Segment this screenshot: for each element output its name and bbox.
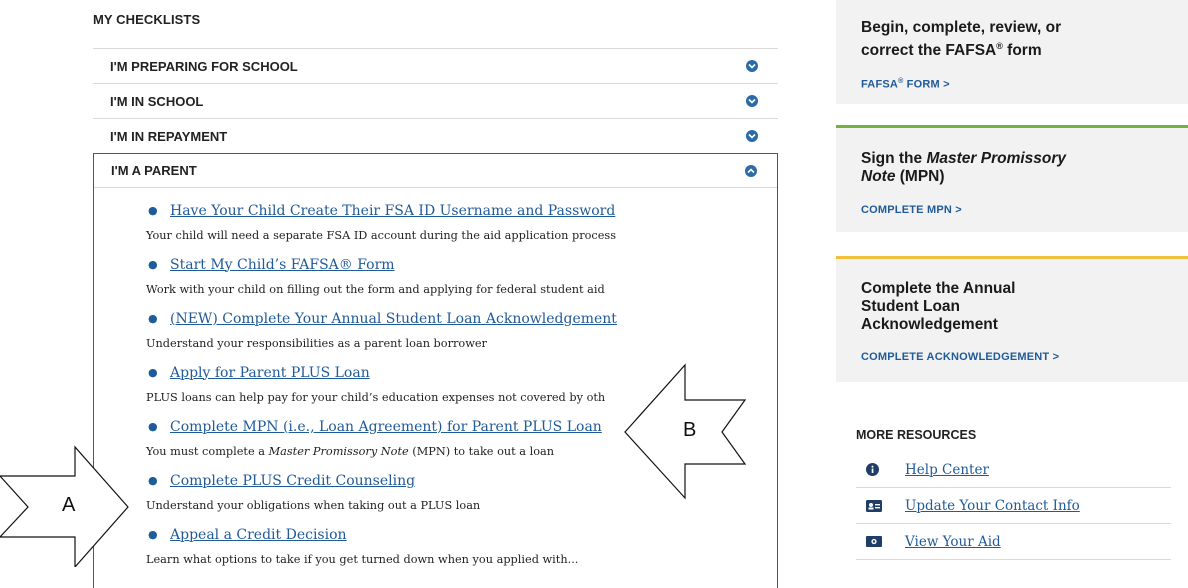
bullet-icon: ● <box>148 204 158 217</box>
checklists-accordion: I'M PREPARING FOR SCHOOL I'M IN SCHOOL I… <box>93 48 778 588</box>
more-resources-heading: MORE RESOURCES <box>856 428 977 442</box>
my-checklists-heading: MY CHECKLISTS <box>93 12 201 27</box>
accordion-label: I'M IN SCHOOL <box>110 93 204 109</box>
more-resources: MORE RESOURCES Help Center Update Your C… <box>856 428 1171 560</box>
bullet-icon: ● <box>148 258 158 271</box>
bullet-icon: ● <box>148 474 158 487</box>
accordion-in-repayment[interactable]: I'M IN REPAYMENT <box>93 118 778 153</box>
parent-checklist-items: ● Have Your Child Create Their FSA ID Use… <box>94 188 777 588</box>
plus-credit-counseling-link[interactable]: Complete PLUS Credit Counseling <box>170 473 415 489</box>
resource-help-center[interactable]: Help Center <box>856 452 1171 488</box>
chevron-down-icon[interactable] <box>746 60 758 72</box>
resource-link[interactable]: Update Your Contact Info <box>905 498 1080 514</box>
resource-link[interactable]: View Your Aid <box>905 534 1001 550</box>
resource-view-aid[interactable]: View Your Aid <box>856 524 1171 560</box>
accordion-label: I'M PREPARING FOR SCHOOL <box>110 58 298 74</box>
card-title: Sign the Master Promissory Note (MPN) <box>861 150 1067 185</box>
item-description: Learn what options to take if you get tu… <box>146 553 579 566</box>
parent-checklist-panel: I'M A PARENT ● Have Your Child Create The… <box>93 153 778 588</box>
list-item: ● Have Your Child Create Their FSA ID Use… <box>146 197 777 251</box>
list-item: ● Complete PLUS Credit Counseling Underst… <box>146 467 777 521</box>
mpn-card: Sign the Master Promissory Note (MPN) CO… <box>836 125 1188 232</box>
accordion-parent[interactable]: I'M A PARENT <box>94 154 777 188</box>
info-icon <box>866 463 884 476</box>
resource-contact-info[interactable]: Update Your Contact Info <box>856 488 1171 524</box>
id-card-icon <box>866 499 884 512</box>
item-description: Your child will need a separate FSA ID a… <box>146 229 617 242</box>
item-description: Work with your child on filling out the … <box>146 283 605 296</box>
item-description: You must complete a Master Promissory No… <box>146 445 555 458</box>
accordion-label: I'M A PARENT <box>111 163 197 178</box>
chevron-down-icon[interactable] <box>746 95 758 107</box>
item-description: Understand your responsibilities as a pa… <box>146 337 487 350</box>
annotation-label-a: A <box>62 494 76 516</box>
bullet-icon: ● <box>148 528 158 541</box>
accordion-label: I'M IN REPAYMENT <box>110 128 228 144</box>
chevron-up-icon[interactable] <box>745 164 757 177</box>
fafsa-card: Begin, complete, review, or correct the … <box>836 0 1188 104</box>
create-fsa-id-link[interactable]: Have Your Child Create Their FSA ID User… <box>170 203 615 219</box>
item-description: PLUS loans can help pay for your child’s… <box>146 391 606 404</box>
bullet-icon: ● <box>148 420 158 433</box>
complete-mpn-plus-link[interactable]: Complete MPN (i.e., Loan Agreement) for … <box>170 419 602 435</box>
resource-link[interactable]: Help Center <box>905 462 989 478</box>
complete-acknowledgement-link[interactable]: COMPLETE ACKNOWLEDGEMENT > <box>861 351 1163 363</box>
annotation-label-b: B <box>683 419 697 441</box>
card-title: Complete the Annual Student Loan Acknowl… <box>861 280 1016 333</box>
list-item: ● Start My Child’s FAFSA® Form Work with … <box>146 251 777 305</box>
apply-parent-plus-link[interactable]: Apply for Parent PLUS Loan <box>170 365 370 381</box>
money-icon <box>866 536 884 547</box>
acknowledgement-card: Complete the Annual Student Loan Acknowl… <box>836 256 1188 382</box>
list-item: ● (NEW) Complete Your Annual Student Loan… <box>146 305 777 359</box>
appeal-credit-decision-link[interactable]: Appeal a Credit Decision <box>170 527 347 543</box>
fafsa-form-link[interactable]: FAFSA® FORM > <box>861 78 1163 91</box>
chevron-down-icon[interactable] <box>746 130 758 142</box>
bullet-icon: ● <box>148 366 158 379</box>
accordion-preparing-for-school[interactable]: I'M PREPARING FOR SCHOOL <box>93 48 778 83</box>
bullet-icon: ● <box>148 312 158 325</box>
accordion-in-school[interactable]: I'M IN SCHOOL <box>93 83 778 118</box>
start-fafsa-link[interactable]: Start My Child’s FAFSA® Form <box>170 257 395 273</box>
complete-mpn-link[interactable]: COMPLETE MPN > <box>861 204 1163 216</box>
item-description: Understand your obligations when taking … <box>146 499 481 512</box>
card-title: Begin, complete, review, or correct the … <box>861 19 1062 60</box>
list-item: ● Apply for Parent PLUS Loan PLUS loans c… <box>146 359 777 413</box>
loan-acknowledgement-link[interactable]: (NEW) Complete Your Annual Student Loan … <box>170 311 617 327</box>
